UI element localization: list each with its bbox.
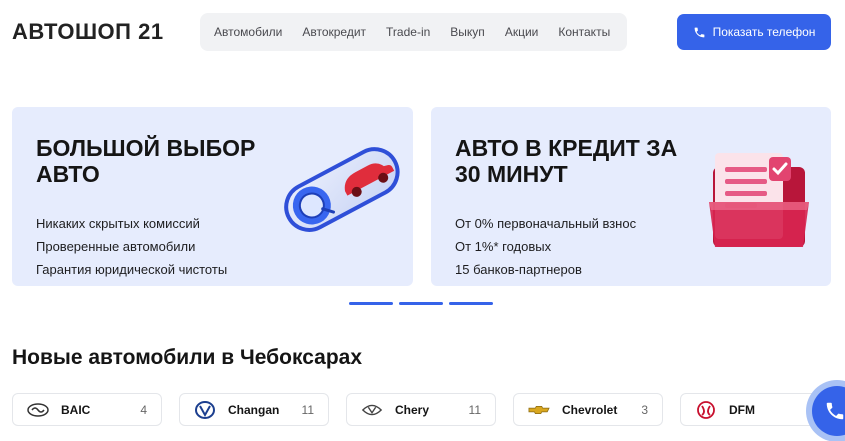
banner-title-line2: 30 МИНУТ — [455, 161, 568, 187]
brand-card-chery[interactable]: Chery 11 — [346, 393, 496, 426]
brand-card-baic[interactable]: BAIC 4 — [12, 393, 162, 426]
carousel-dot[interactable] — [449, 302, 493, 305]
car-search-illustration-icon — [284, 147, 400, 232]
chery-logo-icon — [361, 403, 383, 417]
brand-count: 3 — [641, 402, 648, 417]
banner-title: АВТО В КРЕДИТ ЗА 30 МИНУТ — [455, 135, 705, 187]
list-item: От 1%* годовых — [455, 239, 552, 254]
banner-feature-list: От 0% первоначальный взнос От 1%* годовы… — [455, 212, 636, 281]
brand-card-changan[interactable]: Changan 11 — [179, 393, 329, 426]
carousel-dot[interactable] — [349, 302, 393, 305]
dfm-logo-icon — [695, 400, 717, 419]
carousel-dot[interactable] — [399, 302, 443, 305]
brand-name: DFM — [729, 402, 755, 417]
list-item: Никаких скрытых комиссий — [36, 216, 200, 231]
baic-logo-icon — [27, 402, 49, 417]
brand-count: 11 — [301, 402, 314, 417]
nav-item-contacts[interactable]: Контакты — [558, 25, 610, 39]
list-item: Гарантия юридической чистоты — [36, 262, 228, 277]
nav-item-cars[interactable]: Автомобили — [214, 25, 282, 39]
list-item: Проверенные автомобили — [36, 239, 196, 254]
phone-icon — [694, 27, 704, 37]
site-header: АВТОШОП 21 Автомобили Автокредит Trade-i… — [0, 0, 845, 64]
main-nav: Автомобили Автокредит Trade-in Выкуп Акц… — [200, 13, 627, 51]
banner-credit[interactable]: АВТО В КРЕДИТ ЗА 30 МИНУТ От 0% первонач… — [431, 107, 831, 286]
brand-name: Changan — [228, 402, 280, 417]
document-folder-illustration-icon — [709, 153, 809, 247]
site-logo[interactable]: АВТОШОП 21 — [12, 19, 164, 45]
floating-call-inner — [812, 386, 845, 436]
show-phone-label: Показать телефон — [712, 25, 816, 39]
section-title: Новые автомобили в Чебоксарах — [12, 346, 363, 369]
floating-call-button[interactable] — [806, 380, 845, 441]
show-phone-button[interactable]: Показать телефон — [677, 14, 831, 50]
banner-title-line1: АВТО В КРЕДИТ ЗА — [455, 135, 678, 161]
nav-item-trade-in[interactable]: Trade-in — [386, 25, 430, 39]
carousel-indicators — [349, 302, 493, 305]
banner-big-choice[interactable]: БОЛЬШОЙ ВЫБОР АВТО Никаких скрытых комис… — [12, 107, 413, 286]
brand-count: 4 — [140, 402, 147, 417]
brand-count: 11 — [468, 402, 481, 417]
nav-item-promotions[interactable]: Акции — [505, 25, 539, 39]
chevrolet-logo-icon — [528, 403, 550, 417]
list-item: 15 банков-партнеров — [455, 262, 582, 277]
banner-title: БОЛЬШОЙ ВЫБОР АВТО — [36, 135, 255, 187]
brand-card-chevrolet[interactable]: Chevrolet 3 — [513, 393, 663, 426]
changan-logo-icon — [194, 400, 216, 419]
list-item: От 0% первоначальный взнос — [455, 216, 637, 231]
brand-name: Chery — [395, 402, 430, 417]
banner-title-line2: АВТО — [36, 161, 100, 187]
nav-item-buyout[interactable]: Выкуп — [450, 25, 485, 39]
banner-title-line1: БОЛЬШОЙ ВЫБОР — [36, 135, 256, 161]
banner-feature-list: Никаких скрытых комиссий Проверенные авт… — [36, 212, 227, 281]
nav-item-credit[interactable]: Автокредит — [302, 25, 366, 39]
brand-name: Chevrolet — [562, 402, 618, 417]
brand-name: BAIC — [61, 402, 91, 417]
phone-icon — [826, 402, 844, 420]
brand-list: BAIC 4 Changan 11 Chery 11 Chevrolet 3 D… — [12, 393, 830, 426]
